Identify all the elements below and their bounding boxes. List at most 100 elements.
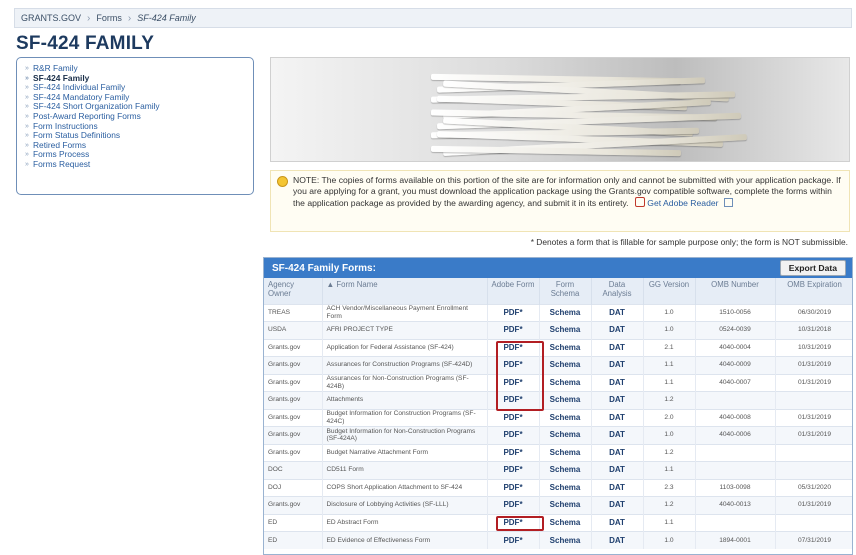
table-row: DOC CD511 Form PDF* Schema DAT 1.1 (264, 461, 852, 479)
dat-link[interactable]: DAT (591, 321, 644, 339)
dat-link[interactable]: DAT (591, 478, 644, 497)
form-name-link[interactable]: ACH Vendor/Miscellaneous Payment Enrollm… (322, 303, 488, 322)
schema-link[interactable]: Schema (539, 373, 592, 392)
form-name-link[interactable]: ED Abstract Form (322, 513, 488, 532)
schema-link[interactable]: Schema (539, 338, 592, 357)
pdf-link[interactable]: PDF* (487, 426, 540, 444)
dat-link[interactable]: DAT (591, 303, 644, 322)
fillable-footnote: * Denotes a form that is fillable for sa… (530, 237, 848, 247)
version-cell: 1.0 (643, 321, 696, 339)
breadcrumb-home[interactable]: GRANTS.GOV (21, 13, 81, 23)
schema-link[interactable]: Schema (539, 408, 592, 427)
dat-link[interactable]: DAT (591, 338, 644, 357)
column-header[interactable]: Form Schema (539, 278, 592, 304)
pdf-link[interactable]: PDF* (487, 303, 540, 322)
agency-cell: TREAS (264, 303, 323, 322)
pdf-link[interactable]: PDF* (487, 513, 540, 532)
omb-expiration-cell: 01/31/2019 (775, 408, 852, 427)
pdf-link[interactable]: PDF* (487, 373, 540, 392)
version-cell: 2.1 (643, 338, 696, 357)
dat-link[interactable]: DAT (591, 408, 644, 427)
column-header[interactable]: Adobe Form (487, 278, 540, 304)
omb-expiration-cell (775, 391, 852, 409)
pdf-link[interactable]: PDF* (487, 461, 540, 479)
dat-link[interactable]: DAT (591, 513, 644, 532)
dat-link[interactable]: DAT (591, 426, 644, 444)
pdf-link[interactable]: PDF* (487, 338, 540, 357)
adobe-reader-icon (634, 197, 645, 207)
export-data-button[interactable]: Export Data (779, 260, 846, 276)
form-name-link[interactable]: Assurances for Non-Construction Programs… (322, 373, 488, 392)
omb-number-cell: 4040-0013 (695, 496, 776, 514)
dat-link[interactable]: DAT (591, 531, 644, 549)
agency-cell: ED (264, 513, 323, 532)
schema-link[interactable]: Schema (539, 391, 592, 409)
lightbulb-icon (277, 176, 288, 187)
pdf-link[interactable]: PDF* (487, 391, 540, 409)
omb-number-cell: 4040-0006 (695, 426, 776, 444)
breadcrumb-forms[interactable]: Forms (96, 13, 122, 23)
column-header[interactable]: Data Analysis (591, 278, 644, 304)
schema-link[interactable]: Schema (539, 513, 592, 532)
pdf-link[interactable]: PDF* (487, 496, 540, 514)
pdf-link[interactable]: PDF* (487, 321, 540, 339)
form-name-link[interactable]: AFRI PROJECT TYPE (322, 321, 488, 339)
schema-link[interactable]: Schema (539, 478, 592, 497)
agency-cell: Grants.gov (264, 443, 323, 462)
form-name-link[interactable]: COPS Short Application Attachment to SF-… (322, 478, 488, 497)
schema-link[interactable]: Schema (539, 356, 592, 374)
agency-cell: ED (264, 531, 323, 549)
table-row: ED ED Evidence of Effectiveness Form PDF* S… (264, 531, 852, 549)
form-name-link[interactable]: Budget Information for Construction Prog… (322, 408, 488, 427)
pdf-link[interactable]: PDF* (487, 443, 540, 462)
table-row: DOJ COPS Short Application Attachment to … (264, 478, 852, 497)
column-header[interactable]: Agency Owner (264, 278, 323, 304)
sidebar-list: R&R FamilySF-424 FamilySF-424 Individual… (25, 63, 245, 170)
agency-cell: Grants.gov (264, 356, 323, 374)
agency-cell: USDA (264, 321, 323, 339)
version-cell: 1.1 (643, 356, 696, 374)
schema-link[interactable]: Schema (539, 461, 592, 479)
form-name-link[interactable]: ED Evidence of Effectiveness Form (322, 531, 488, 549)
table-row: Grants.gov Assurances for Construction Pr… (264, 356, 852, 374)
page-title: SF-424 FAMILY (16, 33, 155, 54)
column-header[interactable]: OMB Number (695, 278, 776, 304)
pdf-link[interactable]: PDF* (487, 356, 540, 374)
schema-link[interactable]: Schema (539, 496, 592, 514)
pdf-link[interactable]: PDF* (487, 478, 540, 497)
column-header[interactable]: ▲ Form Name (322, 278, 488, 304)
schema-link[interactable]: Schema (539, 426, 592, 444)
dat-link[interactable]: DAT (591, 391, 644, 409)
schema-link[interactable]: Schema (539, 443, 592, 462)
form-name-link[interactable]: Budget Narrative Attachment Form (322, 443, 488, 462)
form-name-link[interactable]: CD511 Form (322, 461, 488, 479)
forms-table-panel: SF-424 Family Forms: Export Data Agency … (263, 257, 853, 555)
dat-link[interactable]: DAT (591, 373, 644, 392)
dat-link[interactable]: DAT (591, 461, 644, 479)
agency-cell: Grants.gov (264, 426, 323, 444)
form-name-link[interactable]: Application for Federal Assistance (SF-4… (322, 338, 488, 357)
column-header[interactable]: GG Version (643, 278, 696, 304)
form-name-link[interactable]: Budget Information for Non-Construction … (322, 426, 488, 444)
form-name-link[interactable]: Disclosure of Lobbying Activities (SF-LL… (322, 496, 488, 514)
schema-link[interactable]: Schema (539, 531, 592, 549)
table-row: Grants.gov Attachments PDF* Schema DAT 1.2 (264, 391, 852, 409)
paper-stack-illustration (421, 68, 751, 158)
version-cell: 1.0 (643, 426, 696, 444)
hero-image-papers (270, 57, 850, 162)
pdf-link[interactable]: PDF* (487, 408, 540, 427)
table-row: Grants.gov Application for Federal Assist… (264, 338, 852, 357)
get-adobe-reader-link[interactable]: Get Adobe Reader (647, 198, 718, 208)
dat-link[interactable]: DAT (591, 496, 644, 514)
breadcrumb-separator: › (87, 12, 91, 24)
schema-link[interactable]: Schema (539, 303, 592, 322)
form-name-link[interactable]: Attachments (322, 391, 488, 409)
sidebar-item[interactable]: Forms Request (25, 159, 245, 170)
dat-link[interactable]: DAT (591, 356, 644, 374)
pdf-link[interactable]: PDF* (487, 531, 540, 549)
dat-link[interactable]: DAT (591, 443, 644, 462)
omb-expiration-cell (775, 443, 852, 462)
form-name-link[interactable]: Assurances for Construction Programs (SF… (322, 356, 488, 374)
schema-link[interactable]: Schema (539, 321, 592, 339)
column-header[interactable]: OMB Expiration (775, 278, 852, 304)
